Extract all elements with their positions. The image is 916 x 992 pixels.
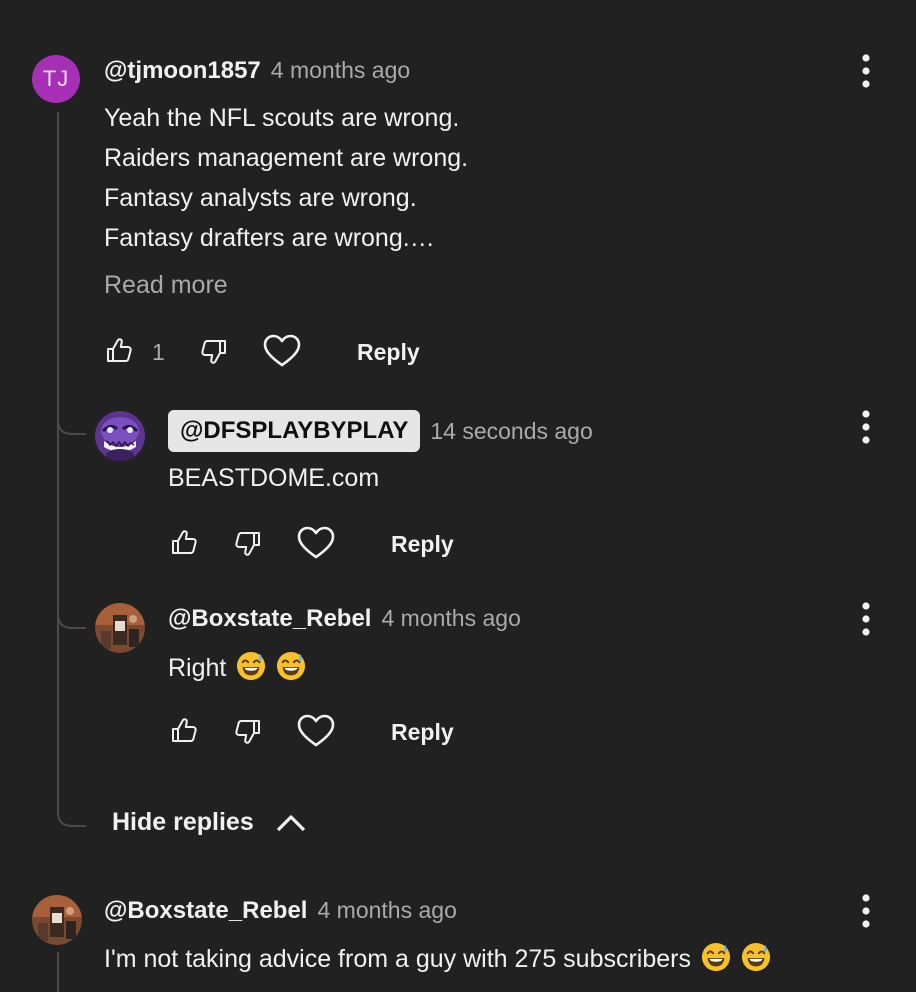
grinning-sweat-emoji <box>276 651 306 686</box>
avatar-initials: TJ <box>42 66 70 91</box>
comment-text: I'm not taking advice from a guy with 27… <box>104 945 691 973</box>
reply-button[interactable]: Reply <box>391 719 454 746</box>
purple-monster-avatar[interactable] <box>95 411 145 461</box>
thread-connector <box>57 606 87 635</box>
thumbs-down-icon[interactable] <box>234 530 262 558</box>
comment-line: Fantasy drafters are wrong.… <box>104 224 435 252</box>
reply-text: Right <box>168 654 227 682</box>
hide-replies-label: Hide replies <box>112 808 254 836</box>
thumbs-down-icon[interactable] <box>234 718 262 746</box>
comment-timestamp[interactable]: 14 seconds ago <box>430 418 592 445</box>
thread-connector <box>57 804 87 833</box>
comment-line: Raiders management are wrong. <box>104 144 469 172</box>
comment-body: Yeah the NFL scouts are wrong. Raiders m… <box>104 98 468 258</box>
photo-avatar[interactable] <box>32 895 82 945</box>
heart-icon[interactable] <box>297 526 335 560</box>
more-vert-icon[interactable] <box>862 410 870 444</box>
photo-avatar[interactable] <box>95 603 145 653</box>
read-more-button[interactable]: Read more <box>104 271 228 300</box>
more-vert-icon[interactable] <box>862 602 870 636</box>
comment-timestamp[interactable]: 4 months ago <box>271 57 410 84</box>
reply-text: BEASTDOME.com <box>168 464 380 492</box>
comment-timestamp[interactable]: 4 months ago <box>381 605 520 632</box>
comment-line: Fantasy analysts are wrong. <box>104 184 417 212</box>
thumbs-up-icon[interactable] <box>170 528 198 556</box>
more-vert-icon[interactable] <box>862 894 870 928</box>
avatar[interactable]: TJ <box>32 55 80 103</box>
grinning-sweat-emoji <box>741 942 771 977</box>
chevron-up-icon <box>276 813 306 833</box>
channel-owner-badge[interactable]: @DFSPLAYBYPLAY <box>168 410 421 452</box>
comment-author[interactable]: @tjmoon1857 <box>104 57 261 85</box>
like-count: 1 <box>152 339 165 365</box>
grinning-sweat-emoji <box>701 942 731 977</box>
comment-line: Yeah the NFL scouts are wrong. <box>104 104 460 132</box>
heart-icon[interactable] <box>263 334 301 368</box>
grinning-sweat-emoji <box>236 651 266 686</box>
thread-line <box>57 952 59 992</box>
thread-connector <box>57 412 87 441</box>
comment-timestamp[interactable]: 4 months ago <box>317 897 456 924</box>
thumbs-up-icon[interactable] <box>105 336 133 364</box>
comment-author[interactable]: @Boxstate_Rebel <box>104 897 307 925</box>
thread-line <box>57 112 59 812</box>
more-vert-icon[interactable] <box>862 54 870 88</box>
comment-author[interactable]: @Boxstate_Rebel <box>168 605 371 633</box>
previous-action-row-remnant <box>110 0 400 4</box>
reply-button[interactable]: Reply <box>391 531 454 558</box>
thumbs-up-icon[interactable] <box>170 716 198 744</box>
thumbs-down-icon[interactable] <box>200 338 228 366</box>
heart-icon[interactable] <box>297 714 335 748</box>
reply-button[interactable]: Reply <box>357 339 420 366</box>
hide-replies-button[interactable]: Hide replies <box>112 808 306 837</box>
